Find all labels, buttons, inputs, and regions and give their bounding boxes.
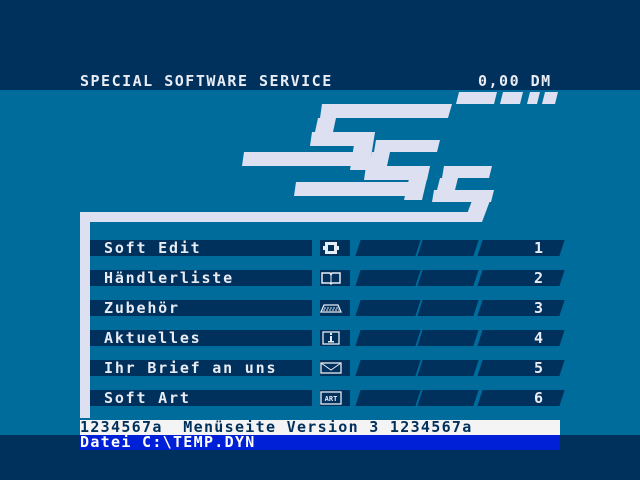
status-bar: 1234567a Menüseite Version 3 1234567a: [80, 420, 560, 435]
menu-item-label: Aktuelles: [104, 329, 202, 347]
menu-item-bar: [355, 390, 421, 406]
menu-item-number: 5: [534, 359, 544, 377]
menu-item-bar: [355, 240, 421, 256]
menu-item-bar: [417, 270, 479, 286]
menu-item-number: 6: [534, 389, 544, 407]
menu-item-bar: [355, 330, 421, 346]
menu-item-number: 1: [534, 239, 544, 257]
menu-item-label: Soft Art: [104, 389, 191, 407]
menu-item-label: Ihr Brief an uns: [104, 359, 278, 377]
menu-item-5[interactable]: Ihr Brief an uns 5: [90, 359, 565, 377]
menu-item-bar: [355, 300, 421, 316]
menu-item-number: 2: [534, 269, 544, 287]
menu-item-1[interactable]: Soft Edit 1: [90, 239, 565, 257]
menu-item-label: Zubehör: [104, 299, 180, 317]
menu-item-4[interactable]: Aktuelles 4: [90, 329, 565, 347]
menu-item-label: Soft Edit: [104, 239, 202, 257]
menu-item-bar: [417, 240, 479, 256]
file-path-bar: Datei C:\TEMP.DYN: [80, 435, 560, 450]
menu-item-number: 4: [534, 329, 544, 347]
menu-item-6[interactable]: Soft Art ART 6: [90, 389, 565, 407]
menu-item-3[interactable]: Zubehör 3: [90, 299, 565, 317]
menu-item-2[interactable]: Händlerliste 2: [90, 269, 565, 287]
menu-item-label: Händlerliste: [104, 269, 234, 287]
menu-item-bar: [417, 390, 479, 406]
menu-item-bar: [417, 330, 479, 346]
menu-item-number: 3: [534, 299, 544, 317]
svg-text:ART: ART: [325, 395, 338, 403]
menu-item-bar: [417, 360, 479, 376]
menu-item-bar: [355, 360, 421, 376]
menu-item-bar: [417, 300, 479, 316]
menu-item-bar: [355, 270, 421, 286]
